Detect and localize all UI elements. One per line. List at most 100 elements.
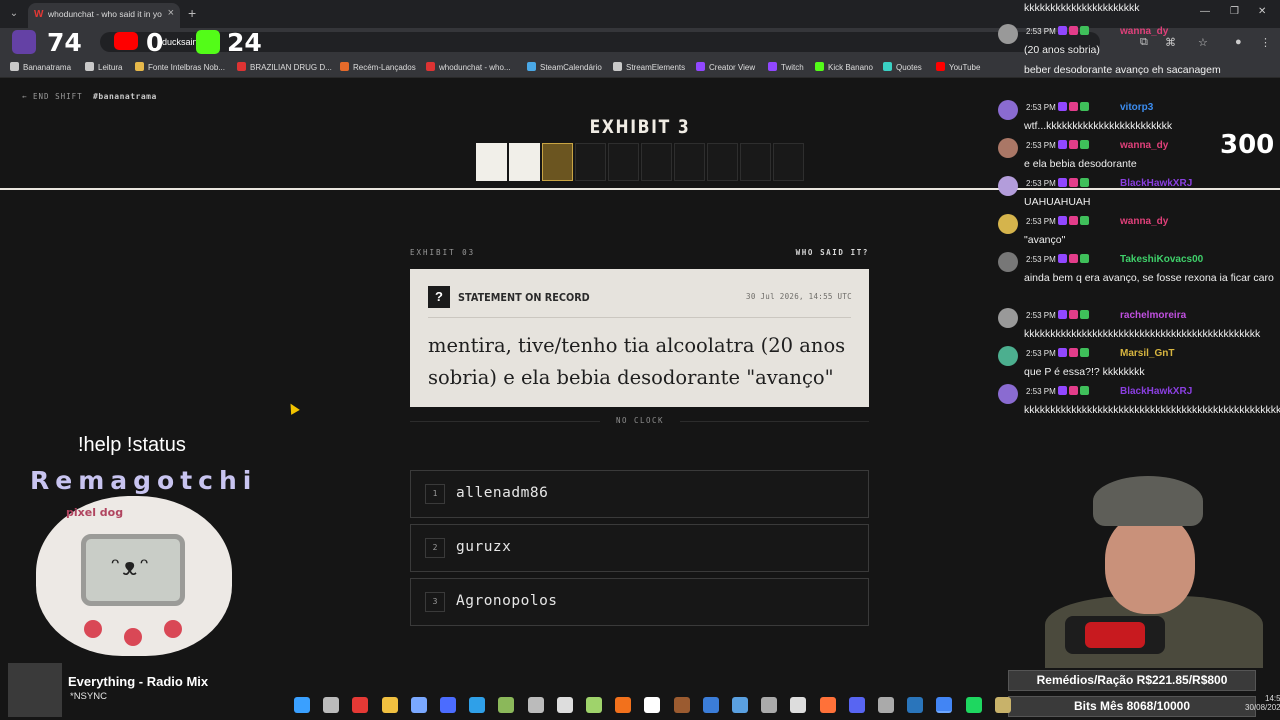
new-tab-button[interactable]: + <box>188 5 196 21</box>
taskbar-terminal-icon[interactable] <box>527 697 544 713</box>
taskbar-color-icon[interactable] <box>586 697 602 713</box>
badge-icon <box>1058 348 1067 357</box>
bookmark-item[interactable]: Kick Banano <box>815 62 873 72</box>
chat-username[interactable]: Marsil_GnT <box>1120 348 1174 359</box>
taskbar-folder-icon[interactable] <box>381 697 398 713</box>
chat-timestamp: 2:53 PM <box>1026 217 1056 226</box>
chat-badges <box>1058 102 1091 112</box>
tamagotchi-label: pixel dog <box>66 506 124 519</box>
chat-badges <box>1058 348 1091 358</box>
chat-message-text: ainda bem q era avanço, se fosse rexona … <box>1024 272 1274 284</box>
bookmark-item[interactable]: Quotes <box>883 62 922 72</box>
taskbar-start-icon[interactable] <box>294 697 310 713</box>
tamagotchi-button-left <box>84 620 102 638</box>
taskbar-app-7-icon[interactable] <box>994 697 1011 713</box>
chat-username[interactable]: wanna_dy <box>1120 26 1168 37</box>
taskbar-app-5-icon[interactable] <box>732 697 748 713</box>
bookmark-favicon-icon <box>237 62 246 71</box>
taskbar-app-4-icon[interactable] <box>702 697 719 713</box>
taskbar-app-2-icon[interactable] <box>644 697 661 713</box>
bookmark-item[interactable]: whodunchat - who... <box>426 62 511 72</box>
chat-username[interactable]: BlackHawkXRJ <box>1120 178 1192 189</box>
bookmark-item[interactable]: Bananatrama <box>10 62 71 72</box>
taskbar-firefox-icon[interactable] <box>819 697 836 713</box>
bookmark-item[interactable]: BRAZILIAN DRUG D... <box>237 62 332 72</box>
chat-badges <box>1058 140 1091 150</box>
badge-icon <box>1080 102 1089 111</box>
chat-username[interactable]: TakeshiKovacs00 <box>1120 254 1203 265</box>
exhibit-progress-step <box>641 143 672 181</box>
badge-icon <box>1058 386 1067 395</box>
channel-name: #bananatrama <box>93 92 157 101</box>
taskbar-refresh-icon[interactable] <box>790 697 807 713</box>
taskbar-clock: 14:53 30/08/2026 <box>1245 694 1280 712</box>
bookmark-favicon-icon <box>527 62 536 71</box>
exhibit-title: EXHIBIT 3 <box>589 116 691 138</box>
chat-badges <box>1058 310 1091 320</box>
chat-username[interactable]: vitorp3 <box>1120 102 1153 113</box>
taskbar-vivaldi-icon[interactable] <box>352 697 369 713</box>
tab-search-icon[interactable]: ⌄ <box>6 6 22 22</box>
taskbar-edge-icon[interactable] <box>469 697 486 713</box>
bookmark-item[interactable]: Recém-Lançados <box>340 62 416 72</box>
option-username: Agronopolos <box>456 593 558 609</box>
tab-close-icon[interactable]: × <box>168 7 174 19</box>
chat-message-text: que P é essa?!? kkkkkkkk <box>1024 366 1145 378</box>
taskbar-settings-icon[interactable] <box>878 697 894 713</box>
chat-avatar <box>998 176 1018 196</box>
answer-option-1[interactable]: 1 allenadm86 <box>410 470 869 518</box>
answer-option-3[interactable]: 3 Agronopolos <box>410 578 869 626</box>
taskbar-app-6-icon[interactable] <box>761 697 778 713</box>
taskbar-date: 30/08/2026 <box>1245 703 1280 712</box>
bookmark-item[interactable]: Fonte Intelbras Nob... <box>135 62 225 72</box>
badge-icon <box>1080 348 1089 357</box>
chat-username[interactable]: BlackHawkXRJ <box>1120 386 1192 397</box>
badge-icon <box>1080 26 1089 35</box>
badge-icon <box>1080 178 1089 187</box>
browser-tab-active[interactable]: W whodunchat - who said it in yo × <box>28 3 180 28</box>
taskbar-discord-icon[interactable] <box>848 697 865 713</box>
taskbar-steam-icon[interactable] <box>907 697 924 713</box>
bookmark-item[interactable]: Creator View <box>696 62 755 72</box>
bookmark-favicon-icon <box>10 62 19 71</box>
chat-timestamp: 2:53 PM <box>1026 349 1056 358</box>
taskbar-brave-icon[interactable] <box>615 697 632 713</box>
taskbar-app-icon[interactable] <box>440 697 456 713</box>
exhibit-progress-step <box>476 143 507 181</box>
chat-username[interactable]: rachelmoreira <box>1120 310 1186 321</box>
bookmark-item[interactable]: Twitch <box>768 62 804 72</box>
chat-username[interactable]: wanna_dy <box>1120 216 1168 227</box>
taskbar-game-icon[interactable] <box>498 697 515 713</box>
end-shift-link[interactable]: ← END SHIFT <box>22 92 83 101</box>
taskbar-steam-deck-icon[interactable] <box>410 697 427 713</box>
badge-icon <box>1069 348 1078 357</box>
exhibit-progress-step <box>509 143 540 181</box>
bookmark-item[interactable]: SteamCalendário <box>527 62 602 72</box>
taskbar-spotify-icon[interactable] <box>965 697 982 713</box>
bookmark-item[interactable]: StreamElements <box>613 62 685 72</box>
exhibit-progress-step <box>575 143 606 181</box>
taskbar-file-explorer-icon[interactable] <box>323 697 340 713</box>
answer-option-2[interactable]: 2 guruzx <box>410 524 869 572</box>
bookmark-label: Creator View <box>709 63 756 72</box>
exhibit-progress-step <box>674 143 705 181</box>
now-playing-title: Everything - Radio Mix <box>68 674 209 689</box>
statement-label: STATEMENT ON RECORD <box>458 291 590 304</box>
taskbar-terminal-2-icon[interactable] <box>556 697 573 713</box>
bookmark-item[interactable]: Leitura <box>85 62 122 72</box>
chat-message-text: "avanço" <box>1024 234 1066 246</box>
bookmark-label: YouTube <box>949 63 981 72</box>
chat-timestamp: 2:53 PM <box>1026 387 1056 396</box>
bookmark-label: SteamCalendário <box>540 63 602 72</box>
bookmark-favicon-icon <box>613 62 622 71</box>
chat-username[interactable]: wanna_dy <box>1120 140 1168 151</box>
taskbar-chrome-icon[interactable] <box>936 697 953 713</box>
taskbar-app-3-icon[interactable] <box>673 697 690 713</box>
chat-avatar <box>998 100 1018 120</box>
option-username: guruzx <box>456 539 512 555</box>
chat-timestamp: 2:53 PM <box>1026 311 1056 320</box>
chat-avatar <box>998 138 1018 158</box>
tamagotchi-device: pixel dog ᵔᴥᵔ <box>36 496 232 656</box>
bookmark-item[interactable]: YouTube <box>936 62 980 72</box>
kick-logo-icon <box>196 30 220 54</box>
